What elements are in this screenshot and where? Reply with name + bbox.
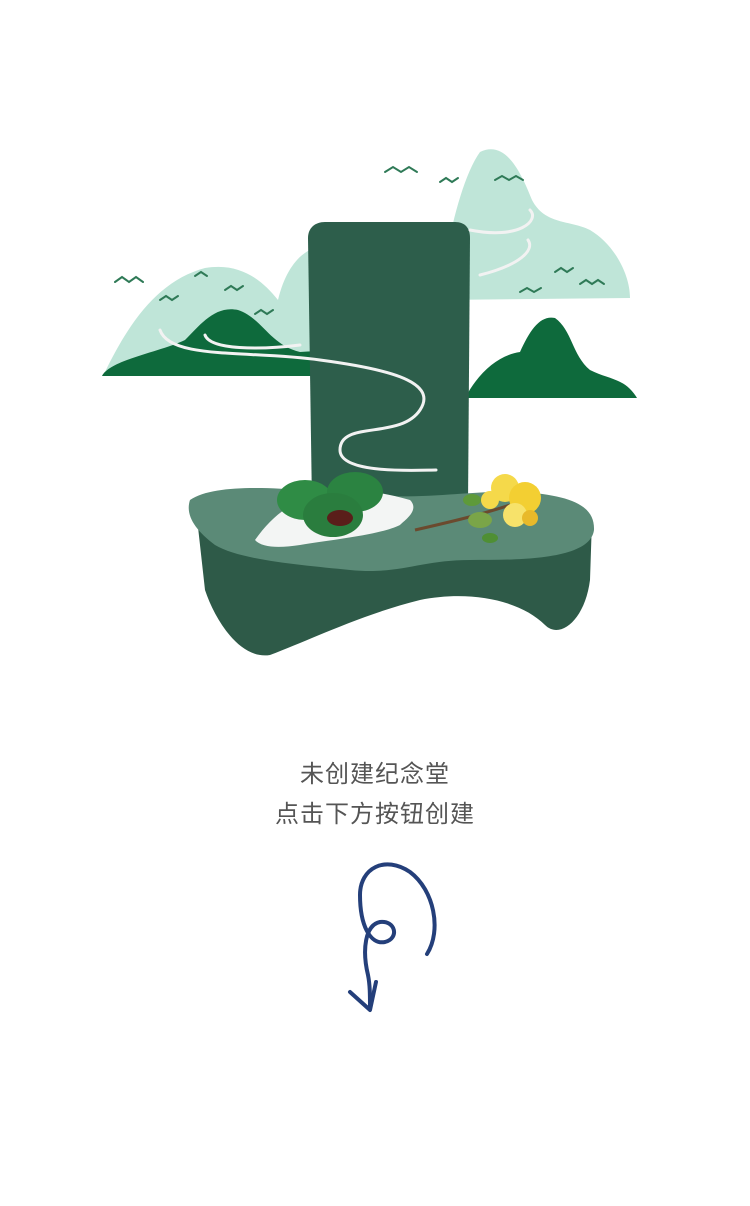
curly-down-arrow-icon (348, 862, 437, 1012)
red-bean-filling (327, 510, 353, 526)
empty-state-title: 未创建纪念堂 (300, 760, 450, 788)
dark-mountain-right (465, 317, 637, 398)
empty-state-hint: 点击下方按钮创建 (275, 800, 475, 828)
memorial-hall-illustration (102, 149, 637, 656)
memorial-stone (308, 222, 470, 505)
